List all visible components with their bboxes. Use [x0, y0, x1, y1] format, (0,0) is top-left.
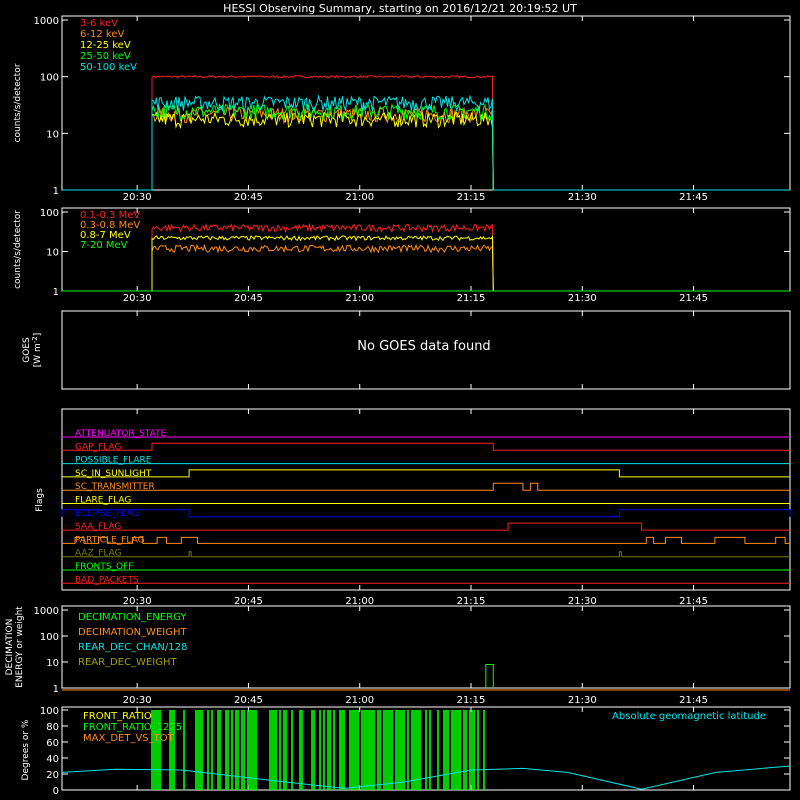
hi-rate-trace-2 — [62, 234, 790, 292]
panel-frame — [61, 408, 791, 591]
x-tick-label: 20:45 — [234, 192, 263, 203]
x-tick-label: 21:30 — [568, 192, 597, 203]
goes-units-end: ] — [33, 333, 43, 337]
x-tick-label: 20:30 — [123, 293, 152, 304]
x-tick-label: 21:45 — [679, 293, 708, 304]
flag-trace-aaz — [62, 551, 790, 558]
legend-entry: 12-25 keV — [80, 40, 131, 51]
x-tick-label: 21:45 — [679, 695, 708, 706]
x-tick-label: 21:15 — [457, 192, 486, 203]
legend-entry: FRONT_RATIO_1225 — [83, 722, 182, 733]
y-tick-label: 80 — [46, 722, 59, 733]
y-axis-title: ENERGY or weight — [15, 606, 25, 688]
panels: 20:30 20:45 21:00 21:15 21:30 21:451101001000… — [5, 15, 791, 797]
x-tick-label: 21:00 — [345, 293, 374, 304]
y-axis-title: Flags — [35, 488, 45, 512]
y-axis-title: Degrees or % — [21, 719, 31, 780]
y-tick-label: 1000 — [34, 606, 59, 617]
y-tick-label: 40 — [46, 754, 59, 765]
flag-trace — [62, 442, 790, 451]
x-tick-label: 21:30 — [568, 695, 597, 706]
y-tick-label: 20 — [46, 770, 59, 781]
x-tick-label: 21:00 — [345, 596, 374, 607]
x-tick-label: 20:45 — [234, 596, 263, 607]
legend-entry: 3-6 keV — [80, 18, 118, 29]
legend-entry: 6-12 keV — [80, 29, 124, 40]
flag-trace — [62, 469, 790, 478]
legend-entry: 7-20 MeV — [80, 240, 128, 251]
rate-trace-2 — [62, 110, 790, 191]
y-tick-label: 10 — [46, 658, 59, 669]
x-tick-label: 20:45 — [234, 695, 263, 706]
x-tick-label: 21:15 — [457, 695, 486, 706]
legend-entry: DECIMATION_WEIGHT — [78, 627, 187, 638]
goes-message: No GOES data found — [357, 339, 490, 354]
x-tick-label: 21:15 — [457, 293, 486, 304]
panel-hi-energy-rates: 20:30 20:45 21:00 21:15 21:30 21:45 1 10 100 coun… — [13, 207, 791, 304]
y-tick-label: 100 — [40, 208, 59, 219]
x-tick-label: 21:15 — [457, 596, 486, 607]
y-axis-title: counts/s/detector — [13, 63, 23, 142]
flag-trace — [62, 522, 790, 531]
y-tick-label: 60 — [46, 738, 59, 749]
flag-trace — [61, 509, 791, 518]
goes-units-main: [W m — [33, 343, 43, 367]
panel-ratio: 0 20 40 60 80 100 Degrees or % FRONT_RATIOFRONT… — [21, 706, 791, 797]
y-tick-label: 0 — [53, 786, 59, 797]
y-tick-label: 100 — [40, 706, 59, 717]
decimation-energy-trace — [485, 664, 494, 688]
hi-rate-trace-1 — [62, 243, 790, 292]
hi-rate-trace-0 — [62, 222, 790, 292]
legend-entry: MAX_DET_VS_TOT — [83, 733, 175, 744]
y-tick-label: 100 — [40, 73, 59, 84]
x-tick-label: 20:30 — [123, 695, 152, 706]
y-tick-label: 1 — [53, 684, 59, 695]
legend-entry: FRONT_RATIO — [83, 711, 152, 722]
flag-trace — [62, 482, 790, 491]
y-tick-label: 1 — [53, 186, 59, 197]
y-axis-title: counts/s/detector — [13, 210, 23, 289]
legend-entry: REAR_DEC_CHAN/128 — [78, 642, 187, 653]
y-tick-label: 10 — [46, 129, 59, 140]
legend-entry: DECIMATION_ENERGY — [78, 612, 187, 623]
legend-entry: 25-50 keV — [80, 51, 131, 62]
y-tick-label: 1000 — [34, 16, 59, 27]
legend-entry: REAR_DEC_WEIGHT — [78, 657, 177, 668]
y-tick-label: 1 — [53, 287, 59, 298]
x-tick-label: 21:45 — [679, 596, 708, 607]
panel-lo-energy-rates: 20:30 20:45 21:00 21:15 21:30 21:45 1 10 100 1000… — [13, 15, 791, 203]
legend-entry: 50-100 keV — [80, 62, 137, 73]
panel-goes: No GOES data foundGOES [W m-2] — [22, 310, 791, 390]
x-tick-label: 20:45 — [234, 293, 263, 304]
x-tick-label: 20:30 — [123, 596, 152, 607]
y-axis-title: DECIMATION — [5, 619, 15, 676]
y-tick-label: 100 — [40, 632, 59, 643]
hessi-summary-plot: HESSI Observing Summary, starting on 201… — [5, 2, 791, 797]
panel-decimation: 20:30 20:45 21:00 21:15 21:30 21:45 1 10 100 1000… — [5, 605, 791, 706]
panel-flags: 20:30 20:45 21:00 21:15 21:30 21:45FlagsATTEN… — [35, 408, 791, 607]
flag-trace-particle — [62, 536, 790, 544]
x-tick-label: 21:00 — [345, 695, 374, 706]
goes-units-sup: -2 — [31, 336, 39, 343]
rate-trace-0 — [62, 74, 790, 191]
y-tick-label: 10 — [46, 248, 59, 259]
x-tick-label: 20:30 — [123, 192, 152, 203]
goes-units: [W m-2] — [31, 333, 43, 368]
x-tick-label: 21:30 — [568, 596, 597, 607]
x-tick-label: 21:00 — [345, 192, 374, 203]
geomag-annotation: Absolute geomagnetic latitude — [612, 711, 766, 722]
x-tick-label: 21:45 — [679, 192, 708, 203]
x-tick-label: 21:30 — [568, 293, 597, 304]
plot-title: HESSI Observing Summary, starting on 201… — [223, 2, 577, 15]
rate-trace-4 — [62, 94, 790, 191]
